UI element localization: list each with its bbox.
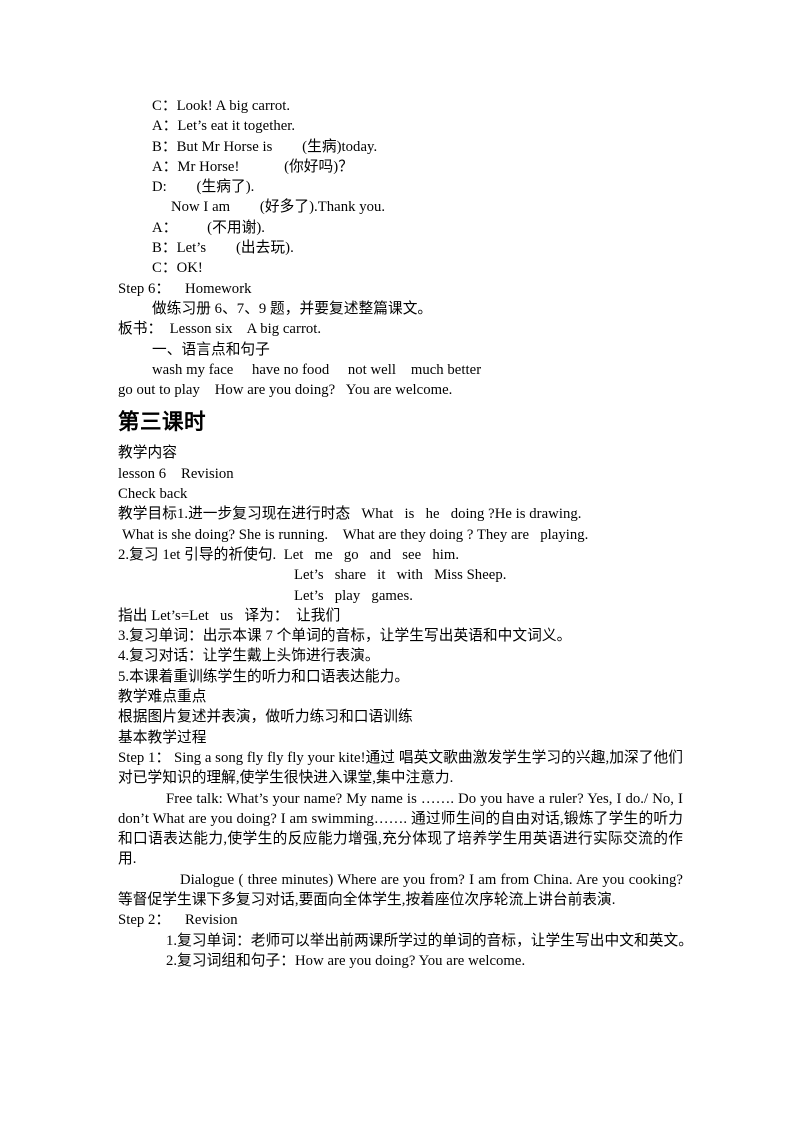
step6-block: Step 6： Homework 做练习册 6、7、9 题，并要复述整篇课文。 … [118,279,683,401]
objective-2-line-3: Let’s play games. [294,587,413,604]
objectives-label: 教学目标 [118,506,177,523]
difficulty-text: 根据图片复述并表演，做听力练习和口语训练 [118,709,413,726]
dialogue-line-c2: C：OK! [152,260,203,277]
dialogue-line-a2: A：Mr Horse! (你好吗)？ [152,158,353,175]
objective-5-line: 5.本课着重训练学生的听力和口语表达能力。 [118,668,410,685]
dialogue-line-b2: B：Let’s (出去玩). [152,240,294,257]
step6-homework: 做练习册 6、7、9 题，并要复述整篇课文。 [152,300,433,317]
objective-4-line: 4.复习对话：让学生戴上头饰进行表演。 [118,648,380,665]
objective-2-line-2: Let’s share it with Miss Sheep. [294,567,507,584]
objective-1-line-2: What is she doing? She is running. What … [122,526,589,543]
objective-1-text: 1.进一步复习现在进行时态 What is he doing ?He is dr… [176,506,582,523]
check-back-line: Check back [118,486,188,503]
step2-title: Step 2： Revision [118,912,238,929]
document-page: C：Look! A big carrot. A：Let’s eat it tog… [0,0,794,1123]
free-talk-paragraph: Free talk: What’s your name? My name is … [118,790,683,868]
lesson-revision-line: lesson 6 Revision [118,465,234,482]
step6-phrases-line-1: wash my face have no food not well much … [152,361,482,378]
dialogue-line-a1: A：Let’s eat it together. [152,118,296,135]
dialogue-line-b1: B：But Mr Horse is (生病)today. [152,138,378,155]
dialogue-line-a3: A： (不用谢). [152,219,265,236]
dialogue-line-c1: C：Look! A big carrot. [152,98,291,114]
objective-1-line-1: 教学目标1.进一步复习现在进行时态 What is he doing ?He i… [118,504,683,524]
process-label: 基本教学过程 [118,729,207,746]
objective-3-line: 3.复习单词：出示本课 7 个单词的音标，让学生写出英语和中文词义。 [118,628,572,645]
objective-2-line-1: 2.复习 1et 引导的祈使句. Let me go and see him. [118,546,460,563]
lesson3-block: 教学内容 lesson 6 Revision Check back 教学目标1.… [118,443,693,971]
difficulty-label: 教学难点重点 [118,689,207,706]
step2-item-2: 2.复习词组和句子：How are you doing? You are wel… [166,952,526,969]
teaching-content-label: 教学内容 [118,445,177,462]
step6-section-one: 一、语言点和句子 [152,341,270,358]
dialogue-block: C：Look! A big carrot. A：Let’s eat it tog… [118,96,683,279]
step6-title: Step 6： Homework [118,280,252,297]
step6-phrases-line-2: go out to play How are you doing? You ar… [118,382,453,399]
step6-blackboard: 板书： Lesson six A big carrot. [118,321,322,338]
point-out-line: 指出 Let’s=Let us 译为： 让我们 [118,607,341,624]
document-body: C：Look! A big carrot. A：Let’s eat it tog… [118,96,693,971]
step1-paragraph: Step 1： Sing a song fly fly fly your kit… [118,749,683,787]
step2-item-1: 1.复习单词：老师可以举出前两课所学过的单词的音标，让学生写出中文和英文。 [166,932,693,949]
page-title: 第三课时 [118,410,207,435]
dialogue-paragraph: Dialogue ( three minutes) Where are you … [118,871,683,908]
dialogue-line-d1: D: (生病了). [152,179,255,196]
dialogue-line-d1-cont: Now I am (好多了).Thank you. [171,199,386,216]
